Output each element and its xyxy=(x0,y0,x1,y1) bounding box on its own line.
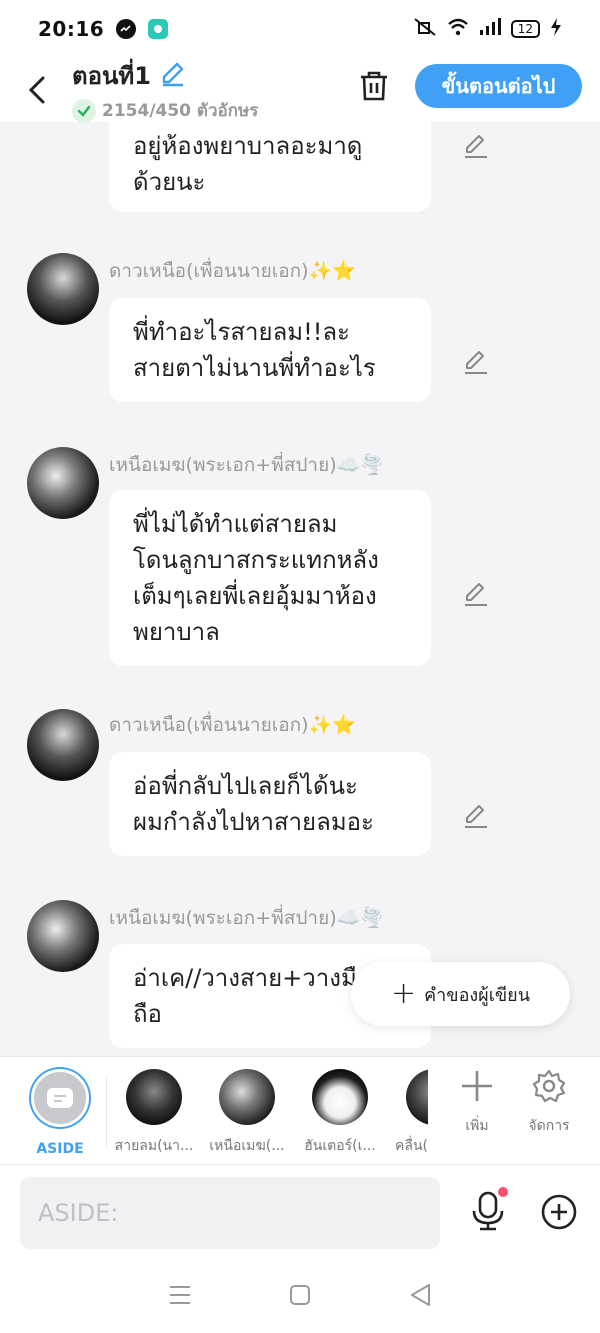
add-content-button[interactable] xyxy=(540,1193,580,1233)
edit-message-icon[interactable] xyxy=(462,580,490,608)
charging-icon xyxy=(550,18,562,40)
aside-icon xyxy=(47,1088,73,1108)
add-character-button[interactable]: เพิ่ม xyxy=(442,1069,512,1137)
status-time: 20:16 xyxy=(38,17,105,41)
chat-app-icon xyxy=(148,19,169,39)
character-bar: ASIDE สายลม(นา... เหนือเมฆ(... ฮันเตอร์(… xyxy=(0,1056,600,1164)
back-nav-button[interactable] xyxy=(409,1283,431,1311)
message-line: โดนลูกบาสกระแทกหลัง xyxy=(133,546,379,574)
episode-title: ตอนที่1 xyxy=(72,62,151,90)
check-icon xyxy=(72,98,96,123)
next-step-button[interactable]: ขั้นตอนต่อไป xyxy=(415,64,582,108)
sender-name: ดาวเหนือ(เพื่อนนายเอก)✨⭐ xyxy=(109,714,356,736)
message-line: พี่ไม่ได้ทำแต่สายลม xyxy=(133,510,338,538)
messenger-icon xyxy=(116,19,137,39)
input-bar xyxy=(0,1164,600,1260)
header: ตอนที่1 2154/450 ตัวอักษร ขั้นตอนต่อไป xyxy=(0,58,600,123)
avatar xyxy=(219,1069,275,1125)
plus-icon: + xyxy=(390,976,417,1011)
character-label: คลื่น( xyxy=(395,1138,428,1154)
author-note-label: คำของผู้เขียน xyxy=(424,984,531,1006)
character-label: ASIDE xyxy=(36,1141,84,1157)
message-line: สายตาไม่นานพี่ทำอะไร xyxy=(133,354,376,382)
message-line: ด้วยนะ xyxy=(133,168,206,196)
microphone-icon xyxy=(472,1191,504,1231)
character-item[interactable]: คลื่น( xyxy=(380,1069,428,1157)
message-input[interactable] xyxy=(20,1177,440,1249)
manage-label: จัดการ xyxy=(528,1118,570,1134)
character-item[interactable]: เหนือเมฆ(... xyxy=(199,1069,295,1157)
message-bubble[interactable]: พี่ทำอะไรสายลม!!ละ สายตาไม่นานพี่ทำอะไร xyxy=(109,298,431,402)
notification-dot xyxy=(498,1187,508,1197)
edit-title-icon[interactable] xyxy=(159,60,187,92)
avatar[interactable] xyxy=(27,253,99,325)
triangle-back-icon xyxy=(411,1283,430,1306)
character-counter: 2154/450 ตัวอักษร xyxy=(102,101,259,121)
avatar[interactable] xyxy=(27,447,99,519)
battery-icon: 12 xyxy=(510,20,540,38)
avatar xyxy=(312,1069,368,1125)
system-nav-bar xyxy=(0,1260,600,1333)
mute-icon xyxy=(413,17,437,41)
avatar xyxy=(126,1069,182,1125)
character-item[interactable]: สายลม(นา... xyxy=(106,1069,202,1157)
message-line: อยู่ห้องพยาบาลอะมาดู xyxy=(133,132,363,160)
character-label: ฮันเตอร์(เ... xyxy=(304,1138,376,1154)
message-line: อ่อพี่กลับไปเลยก็ได้นะ xyxy=(133,772,358,800)
plus-icon xyxy=(462,1071,492,1101)
trash-icon xyxy=(361,71,387,101)
sender-name: ดาวเหนือ(เพื่อนนายเอก)✨⭐ xyxy=(109,260,356,282)
message-line: ผมกำลังไปหาสายลมอะ xyxy=(133,808,374,836)
status-bar: 20:16 12 xyxy=(0,0,600,58)
message-line: เต็มๆเลยพี่เลยอุ้มมาห้อง xyxy=(133,582,377,610)
manage-button[interactable]: จัดการ xyxy=(514,1069,584,1137)
voice-button[interactable] xyxy=(470,1187,510,1235)
back-button[interactable] xyxy=(0,58,74,122)
avatar xyxy=(406,1069,428,1125)
character-label: สายลม(นา... xyxy=(114,1138,194,1154)
add-label: เพิ่ม xyxy=(465,1118,489,1134)
edit-message-icon[interactable] xyxy=(462,802,490,830)
sender-name: เหนือเมฆ(พระเอก+พี่สปาย)☁️🌪️ xyxy=(109,454,384,476)
character-label: เหนือเมฆ(... xyxy=(209,1138,285,1154)
plus-circle-icon xyxy=(541,1194,577,1230)
avatar[interactable] xyxy=(27,900,99,972)
message-bubble[interactable]: พี่ไม่ได้ทำแต่สายลม โดนลูกบาสกระแทกหลัง … xyxy=(109,490,431,666)
avatar[interactable] xyxy=(27,709,99,781)
message-bubble[interactable]: อยู่ห้องพยาบาลอะมาดู ด้วยนะ xyxy=(109,122,431,212)
message-line: พี่ทำอะไรสายลม!!ละ xyxy=(133,318,350,346)
menu-icon xyxy=(170,1285,190,1304)
sender-name: เหนือเมฆ(พระเอก+พี่สปาย)☁️🌪️ xyxy=(109,907,384,929)
wifi-icon xyxy=(447,18,469,40)
character-aside[interactable]: ASIDE xyxy=(12,1069,108,1157)
edit-message-icon[interactable] xyxy=(462,132,490,160)
menu-nav-button[interactable] xyxy=(169,1285,191,1309)
character-item[interactable]: ฮันเตอร์(เ... xyxy=(292,1069,388,1157)
home-nav-button[interactable] xyxy=(289,1284,311,1310)
signal-icon xyxy=(479,18,501,40)
author-note-button[interactable]: + คำของผู้เขียน xyxy=(351,962,570,1026)
message-bubble[interactable]: อ่อพี่กลับไปเลยก็ได้นะ ผมกำลังไปหาสายลมอ… xyxy=(109,752,431,856)
chevron-left-icon xyxy=(28,76,45,104)
message-line: พยาบาล xyxy=(133,618,220,646)
chat-area[interactable]: อยู่ห้องพยาบาลอะมาดู ด้วยนะ ดาวเหนือ(เพื… xyxy=(0,122,600,1056)
square-icon xyxy=(290,1284,310,1305)
delete-button[interactable] xyxy=(354,64,394,108)
edit-message-icon[interactable] xyxy=(462,348,490,376)
gear-icon xyxy=(532,1069,566,1103)
